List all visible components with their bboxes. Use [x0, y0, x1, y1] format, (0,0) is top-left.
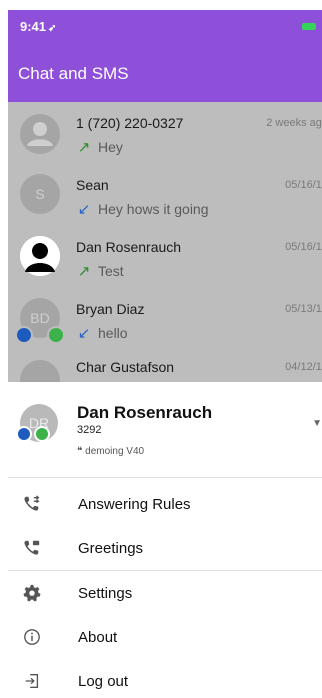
conversation-item[interactable]: S Sean 05/16/19 ↙ Hey hows it going — [8, 164, 322, 226]
profile-status[interactable]: ❝ demoing V40 — [77, 446, 144, 457]
phone-badge-icon — [34, 426, 50, 442]
contact-name: 1 (720) 220-0327 — [76, 115, 184, 131]
profile-extension: 3292 — [77, 424, 102, 436]
conversation-time: 2 weeks ago — [266, 117, 322, 129]
outgoing-arrow-icon: ↗ — [77, 139, 91, 156]
conversation-time: 05/16/19 — [285, 241, 322, 253]
menu-label: Log out — [78, 672, 129, 690]
conversation-time: 04/12/19 — [285, 361, 322, 373]
phone-badge-icon — [47, 326, 65, 344]
menu-label: About — [78, 628, 118, 646]
avatar — [20, 236, 60, 276]
message-preview: ↙ Hey hows it going — [76, 200, 209, 218]
message-preview-text: Hey hows it going — [98, 201, 209, 217]
page-title: Chat and SMS — [18, 64, 129, 83]
incoming-arrow-icon: ↙ — [77, 201, 91, 218]
contact-name: Sean — [76, 177, 109, 193]
menu-label: Answering Rules — [78, 495, 191, 513]
avatar — [20, 114, 60, 154]
avatar: S — [20, 174, 60, 214]
message-preview: ↙ hello — [76, 324, 128, 342]
conversation-time: 05/13/19 — [285, 303, 322, 315]
greetings-icon — [22, 538, 42, 558]
menu-label: Settings — [78, 584, 133, 602]
incoming-arrow-icon: ↙ — [77, 325, 91, 342]
conversation-list: 1 (720) 220-0327 2 weeks ago ↗ Hey S Sea… — [8, 102, 322, 382]
contact-name: Bryan Diaz — [76, 301, 145, 317]
profile-name: Dan Rosenrauch — [77, 403, 213, 422]
location-arrow-icon: ➶ — [48, 23, 57, 34]
chat-badge-icon — [15, 326, 33, 344]
conversation-item[interactable]: 1 (720) 220-0327 2 weeks ago ↗ Hey — [8, 102, 322, 164]
message-preview-text: Hey — [98, 139, 123, 155]
logout-icon — [22, 671, 42, 691]
avatar — [20, 360, 60, 382]
status-time: 9:41 ➶ — [20, 19, 57, 34]
answering-rules-icon — [22, 494, 42, 514]
contact-name: Dan Rosenrauch — [76, 239, 182, 255]
chat-badge-icon — [16, 426, 32, 442]
profile-status-text: demoing V40 — [85, 446, 145, 457]
status-bar: 9:41 ➶ — [8, 10, 322, 46]
menu-item-settings[interactable]: Settings — [8, 571, 322, 615]
conversation-item[interactable]: BD Bryan Diaz 05/13/19 ↙ hello — [8, 288, 322, 350]
divider — [8, 477, 322, 478]
menu-item-about[interactable]: About — [8, 615, 322, 659]
menu-label: Greetings — [78, 539, 144, 557]
message-preview-text: Test — [98, 263, 124, 279]
app-header: Chat and SMS — [8, 46, 322, 102]
message-preview: ↗ Test — [76, 262, 124, 280]
menu-item-greetings[interactable]: Greetings — [8, 526, 322, 570]
app-frame: 9:41 ➶ Chat and SMS 1 (720) 220-0327 2 we… — [8, 10, 322, 698]
about-info-icon — [22, 627, 42, 647]
account-drawer: DR Dan Rosenrauch 3292 ❝ demoing V40 ▼ A… — [8, 382, 322, 698]
person-placeholder-icon — [27, 122, 53, 146]
person-silhouette-icon — [20, 236, 60, 276]
battery-icon — [302, 23, 316, 30]
settings-gear-icon — [22, 583, 42, 603]
conversation-item[interactable]: Dan Rosenrauch 05/16/19 ↗ Test — [8, 226, 322, 288]
menu-item-logout[interactable]: Log out — [8, 659, 322, 698]
menu-item-answering-rules[interactable]: Answering Rules — [8, 482, 322, 526]
conversation-item[interactable]: Char Gustafson 04/12/19 — [8, 350, 322, 382]
conversation-time: 05/16/19 — [285, 179, 322, 191]
chevron-down-icon[interactable]: ▼ — [312, 418, 322, 429]
message-preview-text: hello — [98, 325, 128, 341]
contact-name: Char Gustafson — [76, 359, 175, 375]
quote-icon: ❝ — [77, 446, 83, 457]
message-preview: ↗ Hey — [76, 138, 123, 156]
outgoing-arrow-icon: ↗ — [77, 263, 91, 280]
